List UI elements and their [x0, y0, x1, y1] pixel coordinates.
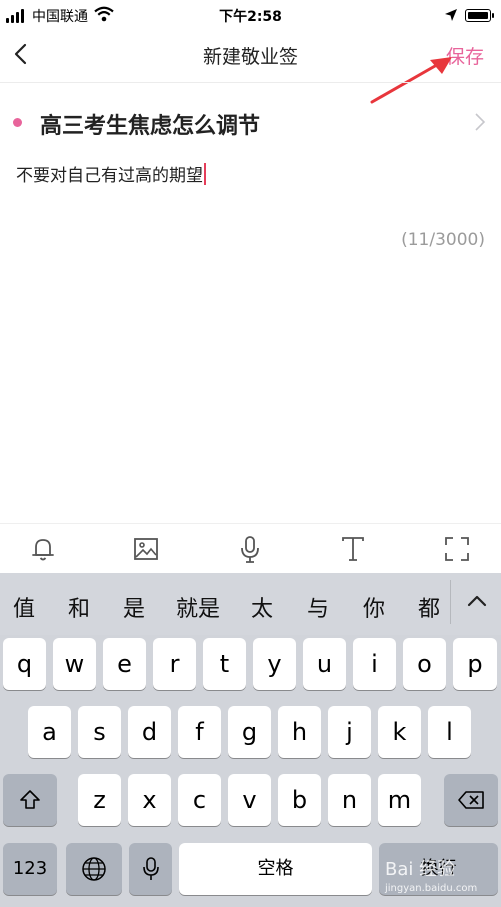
status-bar: 中国联通 下午2:58 [0, 0, 501, 32]
globe-icon [82, 857, 106, 881]
candidate-item[interactable]: 与 [302, 591, 334, 623]
key-s[interactable]: s [78, 706, 121, 758]
key-r[interactable]: r [153, 638, 196, 690]
microphone-key-icon [143, 857, 159, 880]
key-v[interactable]: v [228, 774, 271, 826]
editor-toolbar [0, 523, 501, 574]
note-body-editor[interactable]: 不要对自己有过高的期望 [16, 161, 206, 186]
fullscreen-icon[interactable] [442, 534, 472, 564]
candidate-item[interactable]: 就是 [170, 591, 226, 623]
delete-key[interactable] [444, 774, 498, 826]
globe-key[interactable] [66, 843, 122, 895]
watermark-brand: Bai 经验 [385, 859, 456, 880]
candidate-item[interactable]: 太 [246, 591, 278, 623]
chevron-right-icon[interactable] [474, 112, 486, 132]
key-b[interactable]: b [278, 774, 321, 826]
text-format-icon[interactable] [338, 534, 368, 564]
note-title[interactable]: 高三考生焦虑怎么调节 [40, 108, 260, 140]
key-u[interactable]: u [303, 638, 346, 690]
key-m[interactable]: m [378, 774, 421, 826]
key-e[interactable]: e [103, 638, 146, 690]
clock: 下午2:58 [219, 9, 282, 25]
candidate-item[interactable]: 值 [8, 591, 40, 623]
key-c[interactable]: c [178, 774, 221, 826]
dictation-key[interactable] [129, 843, 172, 895]
key-i[interactable]: i [353, 638, 396, 690]
text-caret [204, 163, 206, 185]
page-title: 新建敬业签 [202, 46, 298, 68]
key-o[interactable]: o [403, 638, 446, 690]
key-h[interactable]: h [278, 706, 321, 758]
note-body-text: 不要对自己有过高的期望 [16, 166, 203, 186]
watermark: Bai 经验 jingyan.baidu.com [385, 855, 501, 907]
candidate-item[interactable]: 都 [413, 591, 445, 623]
key-l[interactable]: l [428, 706, 471, 758]
space-key[interactable]: 空格 [179, 843, 372, 895]
save-button[interactable]: 保存 [446, 42, 484, 69]
location-arrow-icon [445, 9, 457, 21]
key-z[interactable]: z [78, 774, 121, 826]
candidate-bar: 值 和 是 就是 太 与 你 都 [0, 573, 501, 635]
category-dot [13, 118, 22, 127]
bell-icon[interactable] [28, 534, 58, 564]
watermark-url: jingyan.baidu.com [385, 883, 478, 894]
backspace-icon [458, 791, 484, 809]
shift-key[interactable] [3, 774, 57, 826]
char-counter: (11/3000) [401, 230, 485, 250]
key-q[interactable]: q [3, 638, 46, 690]
key-t[interactable]: t [203, 638, 246, 690]
numbers-key[interactable]: 123 [3, 843, 57, 895]
candidate-item[interactable]: 和 [63, 591, 95, 623]
chevron-up-icon[interactable] [464, 590, 490, 612]
key-j[interactable]: j [328, 706, 371, 758]
key-y[interactable]: y [253, 638, 296, 690]
key-x[interactable]: x [128, 774, 171, 826]
image-icon[interactable] [131, 534, 161, 564]
battery-icon [465, 9, 494, 22]
microphone-icon[interactable] [235, 534, 265, 564]
candidate-item[interactable]: 是 [118, 591, 150, 623]
key-a[interactable]: a [28, 706, 71, 758]
nav-divider [0, 82, 501, 83]
candidate-divider [450, 580, 451, 624]
key-d[interactable]: d [128, 706, 171, 758]
key-k[interactable]: k [378, 706, 421, 758]
key-f[interactable]: f [178, 706, 221, 758]
key-n[interactable]: n [328, 774, 371, 826]
candidate-item[interactable]: 你 [358, 591, 390, 623]
key-w[interactable]: w [53, 638, 96, 690]
shift-arrow-icon [20, 790, 40, 809]
key-g[interactable]: g [228, 706, 271, 758]
key-p[interactable]: p [453, 638, 497, 690]
